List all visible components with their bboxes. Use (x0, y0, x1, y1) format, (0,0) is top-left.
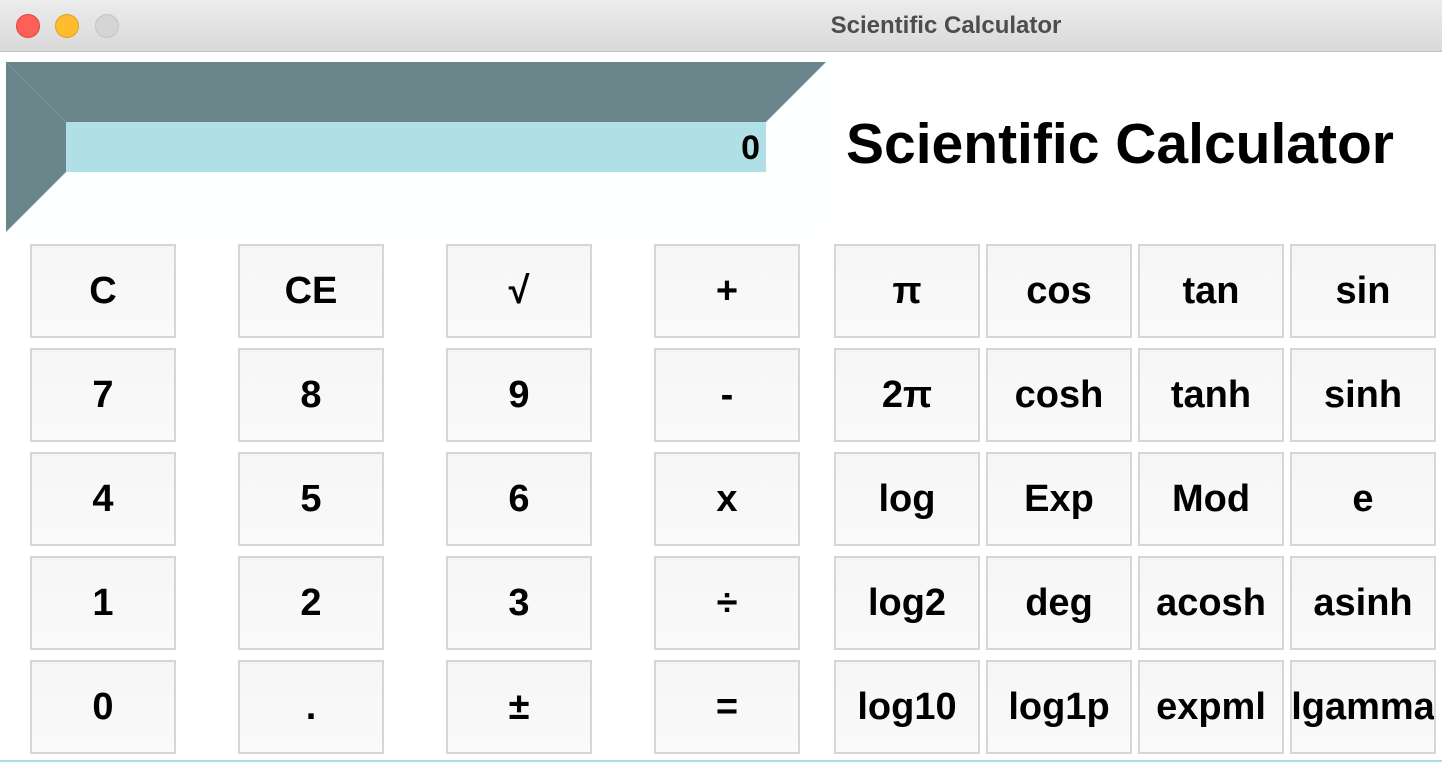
basic-button-r4c3[interactable]: 3 (446, 556, 592, 650)
scientific-button-r4c3[interactable]: acosh (1138, 556, 1284, 650)
scientific-button-r5c3[interactable]: expml (1138, 660, 1284, 754)
basic-button-r1c2[interactable]: CE (238, 244, 384, 338)
scientific-button-r1c2[interactable]: cos (986, 244, 1132, 338)
basic-button-r3c2[interactable]: 5 (238, 452, 384, 546)
display-field: 0 (66, 122, 766, 172)
scientific-button-r2c2[interactable]: cosh (986, 348, 1132, 442)
scientific-button-r1c4[interactable]: sin (1290, 244, 1436, 338)
scientific-button-r3c4[interactable]: e (1290, 452, 1436, 546)
basic-button-r4c2[interactable]: 2 (238, 556, 384, 650)
basic-button-r4c4[interactable]: ÷ (654, 556, 800, 650)
basic-button-r1c1[interactable]: C (30, 244, 176, 338)
basic-button-r5c4[interactable]: = (654, 660, 800, 754)
basic-button-r1c3[interactable]: √ (446, 244, 592, 338)
basic-button-r2c4[interactable]: - (654, 348, 800, 442)
scientific-button-r2c3[interactable]: tanh (1138, 348, 1284, 442)
scientific-button-r5c1[interactable]: log10 (834, 660, 980, 754)
scientific-button-r4c2[interactable]: deg (986, 556, 1132, 650)
window-titlebar: Scientific Calculator (0, 0, 1442, 52)
basic-button-r3c1[interactable]: 4 (30, 452, 176, 546)
basic-button-r2c1[interactable]: 7 (30, 348, 176, 442)
basic-button-r5c2[interactable]: . (238, 660, 384, 754)
scientific-button-r5c4[interactable]: lgamma (1290, 660, 1436, 754)
basic-button-r2c3[interactable]: 9 (446, 348, 592, 442)
scientific-button-r3c3[interactable]: Mod (1138, 452, 1284, 546)
basic-button-r3c4[interactable]: x (654, 452, 800, 546)
scientific-button-r4c4[interactable]: asinh (1290, 556, 1436, 650)
scientific-button-r5c2[interactable]: log1p (986, 660, 1132, 754)
scientific-button-r2c4[interactable]: sinh (1290, 348, 1436, 442)
basic-button-r1c4[interactable]: + (654, 244, 800, 338)
scientific-button-r4c1[interactable]: log2 (834, 556, 980, 650)
basic-button-r4c1[interactable]: 1 (30, 556, 176, 650)
scientific-button-r1c1[interactable]: π (834, 244, 980, 338)
scientific-button-r3c2[interactable]: Exp (986, 452, 1132, 546)
basic-button-r5c1[interactable]: 0 (30, 660, 176, 754)
scientific-button-r1c3[interactable]: tan (1138, 244, 1284, 338)
display-panel: 0 (6, 62, 826, 232)
scientific-button-r3c1[interactable]: log (834, 452, 980, 546)
basic-button-r3c3[interactable]: 6 (446, 452, 592, 546)
basic-button-r5c3[interactable]: ± (446, 660, 592, 754)
window-title: Scientific Calculator (830, 12, 1062, 39)
basic-button-r2c2[interactable]: 8 (238, 348, 384, 442)
scientific-button-r2c1[interactable]: 2π (834, 348, 980, 442)
calculator-content: 0 Scientific Calculator C CE √ +7 8 9- 4 5 6 x 1 2 3… (0, 53, 1442, 762)
calculator-heading: Scientific Calculator (846, 112, 1394, 176)
